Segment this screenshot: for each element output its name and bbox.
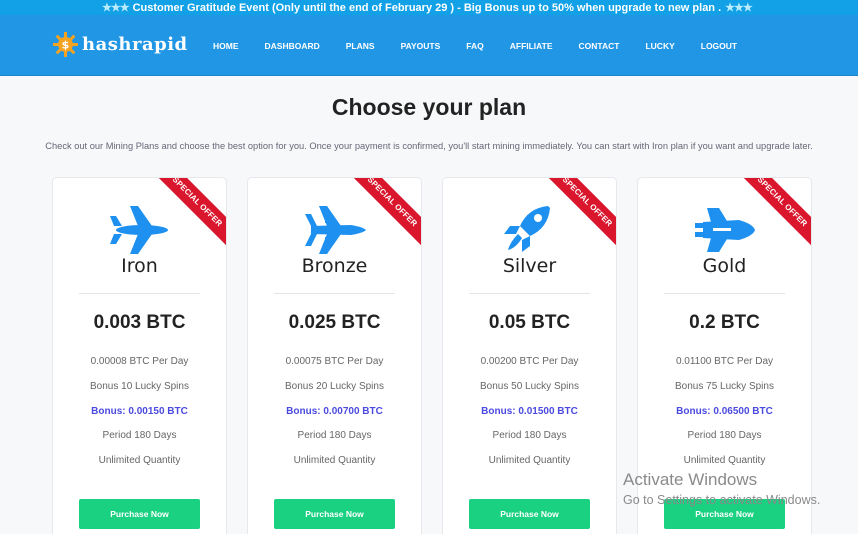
plan-per-day: 0.00075 BTC Per Day bbox=[285, 356, 384, 367]
plan-lucky-spins: Bonus 50 Lucky Spins bbox=[480, 381, 579, 392]
nav-plans[interactable]: PLANS bbox=[346, 41, 375, 51]
plan-per-day: 0.00008 BTC Per Day bbox=[90, 356, 189, 367]
plan-period: Period 180 Days bbox=[297, 430, 372, 441]
space-shuttle-icon bbox=[694, 208, 755, 252]
plan-card-bronze: SPECIAL OFFER Bronze 0.025 BTC 0.00075 B… bbox=[247, 177, 422, 534]
plan-name: Gold bbox=[702, 255, 747, 277]
plan-card-iron: SPECIAL OFFER Iron 0.003 BTC 0.00008 BTC… bbox=[52, 177, 227, 534]
plan-quantity: Unlimited Quantity bbox=[683, 455, 766, 466]
plan-card-gold: SPECIAL OFFER Gold 0.2 BTC 0.01100 BTC P… bbox=[637, 177, 812, 534]
plan-period: Period 180 Days bbox=[492, 430, 567, 441]
nav-home[interactable]: HOME bbox=[213, 41, 239, 51]
nav-lucky[interactable]: LUCKY bbox=[645, 41, 674, 51]
plan-card-silver: SPECIAL OFFER Silver 0.05 BTC 0.00200 BT… bbox=[442, 177, 617, 534]
svg-text:$: $ bbox=[62, 39, 70, 52]
plan-price: 0.05 BTC bbox=[488, 312, 571, 333]
promo-banner: ★★★ Customer Gratitude Event (Only until… bbox=[0, 0, 858, 15]
purchase-bronze-button[interactable]: Purchase Now bbox=[274, 499, 395, 529]
promo-text: Customer Gratitude Event (Only until the… bbox=[132, 1, 722, 14]
nav-dashboard[interactable]: DASHBOARD bbox=[265, 41, 320, 51]
plan-bonus: Bonus: 0.00150 BTC bbox=[91, 406, 188, 417]
page-title: Choose your plan bbox=[331, 94, 527, 120]
plan-name: Bronze bbox=[301, 255, 368, 277]
plan-lucky-spins: Bonus 20 Lucky Spins bbox=[285, 381, 384, 392]
nav-logout[interactable]: LOGOUT bbox=[701, 41, 737, 51]
navbar: $ hashrapid HOME DASHBOARD PLANS PAYOUTS… bbox=[0, 15, 858, 76]
logo-gear-icon: $ bbox=[53, 32, 78, 57]
plan-name: Silver bbox=[502, 255, 557, 277]
logo[interactable]: $ hashrapid bbox=[53, 32, 188, 57]
plan-name: Iron bbox=[121, 255, 158, 277]
purchase-silver-button[interactable]: Purchase Now bbox=[469, 499, 590, 529]
plan-bonus: Bonus: 0.01500 BTC bbox=[481, 406, 578, 417]
plan-quantity: Unlimited Quantity bbox=[488, 455, 571, 466]
plan-period: Period 180 Days bbox=[687, 430, 762, 441]
fighter-jet-icon bbox=[304, 206, 366, 254]
plan-lucky-spins: Bonus 10 Lucky Spins bbox=[90, 381, 189, 392]
plan-per-day: 0.01100 BTC Per Day bbox=[675, 356, 774, 367]
divider bbox=[664, 293, 785, 294]
divider bbox=[79, 293, 200, 294]
plan-price: 0.025 BTC bbox=[288, 312, 381, 333]
brand-name: hashrapid bbox=[82, 34, 188, 55]
nav-faq[interactable]: FAQ bbox=[466, 41, 483, 51]
plan-quantity: Unlimited Quantity bbox=[98, 455, 181, 466]
purchase-iron-button[interactable]: Purchase Now bbox=[79, 499, 200, 529]
plan-price: 0.2 BTC bbox=[689, 312, 760, 333]
stars-icon: ★★★ bbox=[102, 2, 130, 14]
plan-price: 0.003 BTC bbox=[93, 312, 186, 333]
divider bbox=[274, 293, 395, 294]
plan-bonus: Bonus: 0.06500 BTC bbox=[676, 406, 773, 417]
nav-contact[interactable]: CONTACT bbox=[579, 41, 620, 51]
purchase-gold-button[interactable]: Purchase Now bbox=[664, 499, 785, 529]
nav-payouts[interactable]: PAYOUTS bbox=[401, 41, 441, 51]
plan-per-day: 0.00200 BTC Per Day bbox=[480, 356, 579, 367]
nav-affiliate[interactable]: AFFILIATE bbox=[510, 41, 553, 51]
plan-lucky-spins: Bonus 75 Lucky Spins bbox=[675, 381, 774, 392]
page-subtitle: Check out our Mining Plans and choose th… bbox=[45, 141, 813, 151]
plan-bonus: Bonus: 0.00700 BTC bbox=[286, 406, 383, 417]
main-nav: HOME DASHBOARD PLANS PAYOUTS FAQ AFFILIA… bbox=[213, 15, 737, 76]
plan-quantity: Unlimited Quantity bbox=[293, 455, 376, 466]
plan-period: Period 180 Days bbox=[102, 430, 177, 441]
rocket-icon bbox=[503, 206, 550, 252]
divider bbox=[469, 293, 590, 294]
stars-icon: ★★★ bbox=[725, 2, 753, 14]
airplane-icon bbox=[109, 206, 168, 254]
